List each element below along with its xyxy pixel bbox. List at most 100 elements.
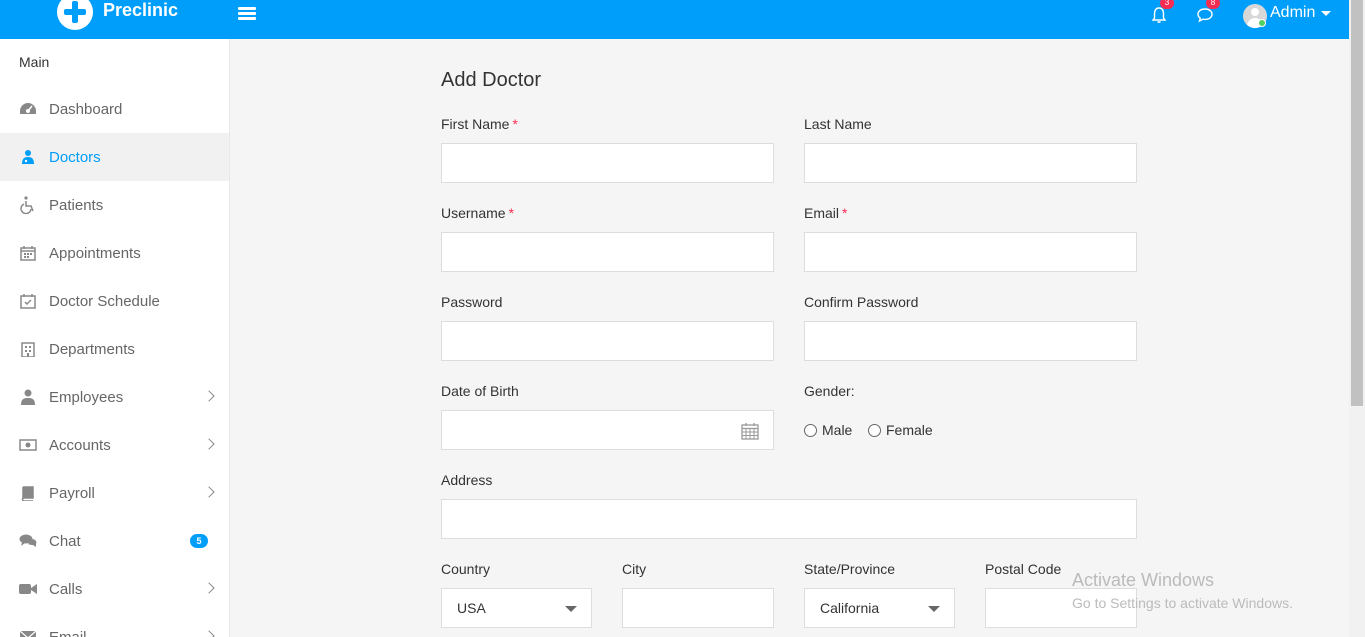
user-md-icon xyxy=(19,148,37,166)
calendar-icon xyxy=(19,244,37,262)
last-name-label: Last Name xyxy=(804,116,872,132)
notifications-badge: 3 xyxy=(1160,0,1174,9)
sidebar-item-label: Payroll xyxy=(49,484,95,502)
required-mark: * xyxy=(512,116,518,132)
sidebar-item-label: Dashboard xyxy=(49,100,123,118)
messages-badge: 8 xyxy=(1206,0,1220,9)
comments-icon xyxy=(19,532,37,550)
page-title: Add Doctor xyxy=(441,69,542,91)
video-camera-icon xyxy=(19,580,37,598)
sidebar-item-label: Chat xyxy=(49,532,81,550)
sidebar-item-chat[interactable]: Chat 5 xyxy=(0,517,229,565)
sidebar-item-label: Accounts xyxy=(49,436,111,454)
gender-female-radio[interactable]: Female xyxy=(868,422,933,438)
sidebar-item-patients[interactable]: Patients xyxy=(0,181,229,229)
country-select[interactable]: USA xyxy=(441,588,592,628)
dob-label: Date of Birth xyxy=(441,383,519,399)
gender-female-label: Female xyxy=(886,422,933,438)
calendar-icon[interactable] xyxy=(741,422,759,440)
sidebar-item-label: Email xyxy=(49,628,87,637)
username-input[interactable] xyxy=(441,232,774,272)
online-status-dot xyxy=(1258,19,1266,27)
required-mark: * xyxy=(842,205,848,221)
book-icon xyxy=(19,484,37,502)
envelope-icon xyxy=(19,628,37,637)
email-input[interactable] xyxy=(804,232,1137,272)
sidebar-item-accounts[interactable]: Accounts xyxy=(0,421,229,469)
hospital-icon xyxy=(19,340,37,358)
caret-down-icon xyxy=(928,606,940,612)
city-label: City xyxy=(622,561,647,577)
password-input[interactable] xyxy=(441,321,774,361)
menu-toggle-icon[interactable] xyxy=(238,7,256,21)
city-input[interactable] xyxy=(622,588,774,628)
brand-name: Preclinic xyxy=(103,0,179,20)
sidebar-item-label: Patients xyxy=(49,196,104,214)
dob-input[interactable] xyxy=(441,410,774,450)
sidebar-item-label: Doctors xyxy=(49,148,101,166)
gender-male-label: Male xyxy=(822,422,853,438)
user-menu[interactable]: Admin xyxy=(1243,4,1332,28)
sidebar-item-doctor-schedule[interactable]: Doctor Schedule xyxy=(0,277,229,325)
sidebar-item-label: Appointments xyxy=(49,244,141,262)
scrollbar-thumb[interactable] xyxy=(1351,0,1363,406)
chevron-right-icon xyxy=(203,486,215,498)
sidebar: Main Dashboard Doctors Patients Appointm… xyxy=(0,39,230,637)
user-icon xyxy=(19,388,37,406)
sidebar-item-doctors[interactable]: Doctors xyxy=(0,133,229,181)
chat-badge: 5 xyxy=(190,534,208,548)
email-label: Email * xyxy=(804,205,848,221)
first-name-input[interactable] xyxy=(441,143,774,183)
address-input[interactable] xyxy=(441,499,1137,539)
top-header: Preclinic 3 8 Admin xyxy=(0,0,1349,39)
sidebar-item-appointments[interactable]: Appointments xyxy=(0,229,229,277)
gender-male-radio[interactable]: Male xyxy=(804,422,852,438)
logo[interactable]: Preclinic xyxy=(57,0,178,30)
country-label: Country xyxy=(441,561,491,577)
chevron-right-icon xyxy=(203,438,215,450)
radio-circle[interactable] xyxy=(804,423,817,437)
wheelchair-icon xyxy=(19,196,37,214)
sidebar-item-calls[interactable]: Calls xyxy=(0,565,229,613)
sidebar-item-label: Employees xyxy=(49,388,124,406)
logo-icon xyxy=(57,0,93,30)
gender-label: Gender: xyxy=(804,383,855,399)
activate-windows-subtitle: Go to Settings to activate Windows. xyxy=(1072,595,1293,611)
caret-down-icon xyxy=(565,606,577,612)
confirm-password-input[interactable] xyxy=(804,321,1137,361)
chevron-right-icon xyxy=(203,630,215,637)
chevron-right-icon xyxy=(203,390,215,402)
activate-windows-title: Activate Windows xyxy=(1072,570,1215,590)
caret-down-icon xyxy=(1321,10,1332,16)
postal-code-label: Postal Code xyxy=(985,561,1062,577)
sidebar-item-departments[interactable]: Departments xyxy=(0,325,229,373)
required-mark: * xyxy=(508,205,515,221)
sidebar-item-dashboard[interactable]: Dashboard xyxy=(0,85,229,133)
password-label: Password xyxy=(441,294,503,310)
confirm-password-label: Confirm Password xyxy=(804,294,919,310)
username-label: Username * xyxy=(441,205,515,221)
user-name: Admin xyxy=(1270,4,1316,21)
country-value: USA xyxy=(457,600,486,616)
sidebar-item-label: Doctor Schedule xyxy=(49,292,160,310)
address-label: Address xyxy=(441,472,493,488)
scrollbar[interactable] xyxy=(1349,0,1365,637)
first-name-label: First Name * xyxy=(441,116,518,132)
sidebar-item-label: Departments xyxy=(49,340,135,358)
messages-button[interactable]: 8 xyxy=(1196,0,1220,26)
sidebar-item-payroll[interactable]: Payroll xyxy=(0,469,229,517)
money-icon xyxy=(19,436,37,454)
state-label: State/Province xyxy=(804,561,896,577)
sidebar-item-email[interactable]: Email xyxy=(0,613,229,637)
chevron-right-icon xyxy=(203,582,215,594)
sidebar-item-employees[interactable]: Employees xyxy=(0,373,229,421)
sidebar-item-label: Calls xyxy=(49,580,83,598)
last-name-input[interactable] xyxy=(804,143,1137,183)
notifications-button[interactable]: 3 xyxy=(1150,0,1174,26)
state-value: California xyxy=(820,600,880,616)
dashboard-icon xyxy=(19,100,37,118)
radio-circle[interactable] xyxy=(868,423,881,437)
menu-section-title: Main xyxy=(19,54,50,70)
state-select[interactable]: California xyxy=(804,588,955,628)
calendar-check-icon xyxy=(19,292,37,310)
